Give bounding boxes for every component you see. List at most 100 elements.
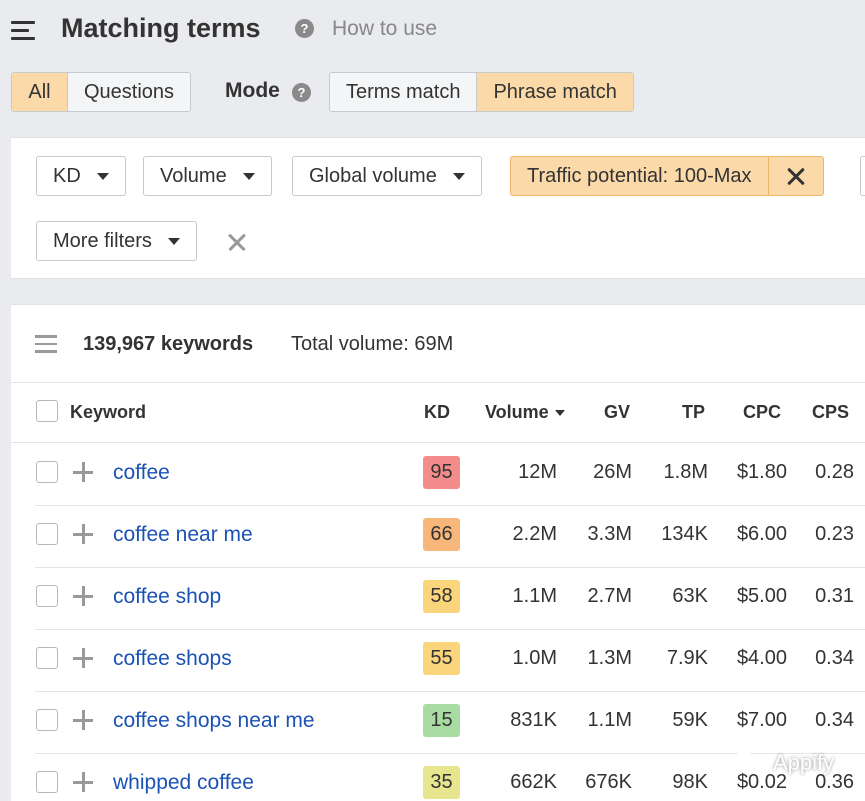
keyword-link[interactable]: coffee shops (113, 647, 232, 671)
volume-cell: 2.2M (512, 523, 557, 545)
global-volume-filter-label: Global volume (309, 164, 437, 187)
table-row: coffee shops 55 1.0M 1.3M 7.9K $4.00 0.34 (35, 630, 865, 692)
add-to-list-icon[interactable] (73, 772, 93, 792)
how-to-use-link[interactable]: How to use (332, 17, 437, 41)
table-row: coffee shops near me 15 831K 1.1M 59K $7.00 0.… (35, 692, 865, 754)
kd-badge: 66 (423, 518, 460, 551)
clear-all-filters-icon[interactable] (226, 231, 248, 253)
volume-cell: 831K (510, 709, 557, 731)
add-to-list-icon[interactable] (73, 524, 93, 544)
global-volume-cell: 26M (593, 461, 632, 483)
volume-filter-dropdown[interactable]: Volume (143, 156, 272, 196)
global-volume-filter-dropdown[interactable]: Global volume (292, 156, 482, 196)
sort-desc-icon (554, 410, 565, 417)
tab-all[interactable]: All (12, 73, 68, 111)
tab-questions[interactable]: Questions (68, 73, 190, 111)
next-filter-dropdown[interactable] (860, 156, 865, 196)
wechat-icon (733, 750, 769, 776)
traffic-potential-filter-label[interactable]: Traffic potential: 100-Max (511, 157, 769, 195)
caret-down-icon (242, 172, 255, 180)
mode-phrase-match[interactable]: Phrase match (477, 73, 633, 111)
cps-cell: 0.34 (815, 709, 854, 731)
volume-filter-label: Volume (160, 164, 227, 187)
column-header-volume-label: Volume (485, 402, 549, 422)
cpc-cell: $4.00 (736, 647, 787, 669)
add-to-list-icon[interactable] (73, 586, 93, 606)
add-to-list-icon[interactable] (73, 462, 93, 482)
add-to-list-icon[interactable] (73, 710, 93, 730)
columns-icon[interactable] (35, 335, 57, 358)
select-all-checkbox[interactable] (36, 400, 58, 422)
total-volume: Total volume: 69M (291, 333, 454, 355)
column-header-keyword[interactable]: Keyword (70, 402, 146, 423)
watermark-text: Appify (773, 750, 835, 775)
keyword-link[interactable]: coffee shops near me (113, 709, 315, 733)
column-header-gv[interactable]: GV (604, 402, 630, 423)
cps-cell: 0.23 (815, 523, 854, 545)
close-icon (785, 165, 807, 187)
page-title: Matching terms (61, 13, 261, 43)
volume-cell: 12M (518, 461, 557, 483)
row-checkbox[interactable] (36, 771, 58, 793)
volume-cell: 1.0M (512, 647, 557, 669)
kd-filter-dropdown[interactable]: KD (36, 156, 126, 196)
column-header-volume[interactable]: Volume (485, 402, 565, 423)
cps-cell: 0.34 (815, 647, 854, 669)
clear-traffic-potential-button[interactable] (769, 157, 823, 195)
traffic-potential-cell: 63K (672, 585, 708, 607)
table-header: Keyword KD Volume GV TP CPC CPS (11, 383, 865, 443)
table-row: coffee near me 66 2.2M 3.3M 134K $6.00 0.23 (35, 506, 865, 568)
global-volume-cell: 2.7M (587, 585, 632, 607)
global-volume-cell: 1.1M (587, 709, 632, 731)
add-to-list-icon[interactable] (73, 648, 93, 668)
row-checkbox[interactable] (36, 647, 58, 669)
traffic-potential-filter[interactable]: Traffic potential: 100-Max (510, 156, 824, 196)
row-checkbox[interactable] (36, 585, 58, 607)
filters-panel: KD Volume Global volume Traffic potentia… (11, 137, 865, 279)
page-header: Matching terms ? How to use (0, 0, 865, 60)
volume-cell: 662K (510, 771, 557, 793)
question-circle-icon[interactable]: ? (292, 83, 311, 102)
traffic-potential-cell: 98K (672, 771, 708, 793)
keyword-link[interactable]: coffee near me (113, 523, 253, 547)
traffic-potential-cell: 7.9K (666, 647, 708, 669)
column-header-cps[interactable]: CPS (812, 402, 849, 423)
table-row: coffee shop 58 1.1M 2.7M 63K $5.00 0.31 (35, 568, 865, 630)
cpc-cell: $7.00 (736, 709, 787, 731)
column-header-tp[interactable]: TP (682, 402, 705, 423)
mode-terms-match[interactable]: Terms match (330, 73, 478, 111)
kd-badge: 95 (423, 456, 460, 489)
keyword-link[interactable]: coffee (113, 461, 170, 485)
keyword-link[interactable]: whipped coffee (113, 771, 254, 795)
column-header-cpc[interactable]: CPC (743, 402, 781, 423)
keyword-link[interactable]: coffee shop (113, 585, 221, 609)
results-summary: 139,967 keywords Total volume: 69M (11, 305, 865, 383)
cpc-cell: $1.80 (736, 461, 787, 483)
volume-cell: 1.1M (512, 585, 557, 607)
kd-badge: 15 (423, 704, 460, 737)
row-checkbox[interactable] (36, 709, 58, 731)
global-volume-cell: 1.3M (587, 647, 632, 669)
table-row: coffee 95 12M 26M 1.8M $1.80 0.28 (35, 444, 865, 506)
row-checkbox[interactable] (36, 461, 58, 483)
keyword-type-toggle: All Questions (11, 72, 192, 112)
more-filters-label: More filters (53, 229, 152, 252)
row-checkbox[interactable] (36, 523, 58, 545)
traffic-potential-cell: 134K (661, 523, 708, 545)
kd-filter-label: KD (53, 164, 81, 187)
kd-badge: 35 (423, 766, 460, 799)
keywords-count: 139,967 keywords (83, 333, 254, 355)
mode-label: Mode (225, 79, 280, 102)
kd-badge: 58 (423, 580, 460, 613)
cpc-cell: $5.00 (736, 585, 787, 607)
kd-badge: 55 (423, 642, 460, 675)
column-header-kd[interactable]: KD (424, 402, 450, 423)
menu-icon[interactable] (11, 21, 35, 40)
global-volume-cell: 676K (585, 771, 632, 793)
match-mode-toggle: Terms match Phrase match (329, 72, 634, 112)
question-circle-icon[interactable]: ? (295, 19, 314, 38)
more-filters-dropdown[interactable]: More filters (36, 221, 197, 261)
cps-cell: 0.28 (815, 461, 854, 483)
caret-down-icon (167, 237, 180, 245)
caret-down-icon (96, 172, 109, 180)
